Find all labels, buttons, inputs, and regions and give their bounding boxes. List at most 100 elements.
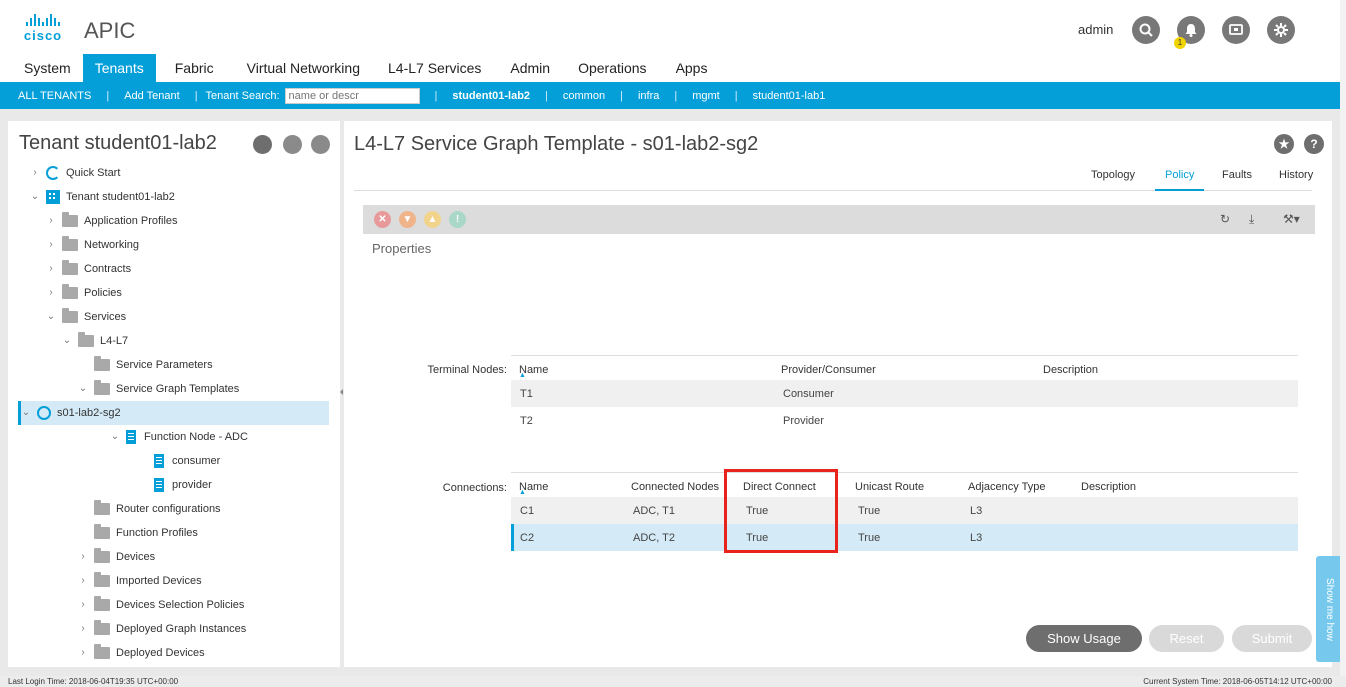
tree-node[interactable]: consumer <box>138 449 220 473</box>
download-icon[interactable]: ⤓ <box>1249 212 1254 227</box>
tree-node[interactable]: ⌄ L4-L7 <box>62 329 128 353</box>
search-icon[interactable] <box>1132 16 1160 44</box>
tab-faults[interactable]: Faults <box>1222 165 1252 191</box>
tree-node[interactable]: › Imported Devices <box>78 569 202 593</box>
tree-node[interactable]: ⌄ s01-lab2-sg2 <box>18 401 329 425</box>
show-usage-button[interactable]: Show Usage <box>1026 625 1142 652</box>
tenant-link-student01-lab2[interactable]: student01-lab2 <box>452 90 530 102</box>
tenant-search-input[interactable] <box>284 87 420 104</box>
cisco-logo[interactable]: cisco <box>18 12 68 43</box>
chevron-right-icon[interactable]: › <box>46 240 56 250</box>
chevron-right-icon[interactable]: › <box>30 168 40 178</box>
gear-icon[interactable] <box>1267 16 1295 44</box>
reset-button[interactable]: Reset <box>1149 625 1224 652</box>
tree-node[interactable]: ⌄ Tenant student01-lab2 <box>30 185 175 209</box>
collapse-icon[interactable] <box>283 135 302 154</box>
tab-topology[interactable]: Topology <box>1091 165 1135 191</box>
chevron-right-icon[interactable]: › <box>78 624 88 634</box>
table-header: ▲ Name Connected Nodes Direct Connect Uni… <box>511 473 1298 497</box>
folder-icon <box>94 644 110 659</box>
major-fault-icon[interactable]: ▼ <box>399 211 416 228</box>
tree-node[interactable]: › Contracts <box>46 257 131 281</box>
tools-icon[interactable]: ⚒▾ <box>1283 212 1300 226</box>
tree-node[interactable]: › Policies <box>46 281 122 305</box>
tree-node[interactable]: ⌄ Function Node - ADC <box>110 425 248 449</box>
chevron-right-icon[interactable]: › <box>78 600 88 610</box>
tree-node[interactable]: ⌄ Services <box>46 305 126 329</box>
tree-node[interactable]: › Devices Selection Policies <box>78 593 244 617</box>
chevron-right-icon[interactable]: › <box>46 216 56 226</box>
tree-node[interactable]: › Application Profiles <box>46 209 178 233</box>
chevron-right-icon[interactable]: › <box>46 264 56 274</box>
add-tenant-link[interactable]: Add Tenant <box>124 90 179 102</box>
flag-icon[interactable] <box>253 135 272 154</box>
table-row[interactable]: C2 ADC, T2 True True L3 <box>511 524 1298 551</box>
tab-system[interactable]: System <box>0 54 83 82</box>
tree-node[interactable]: › Quick Start <box>30 161 120 185</box>
tab-virtual-networking[interactable]: Virtual Networking <box>233 54 372 82</box>
user-menu[interactable]: admin <box>1078 22 1113 37</box>
chevron-down-icon[interactable]: ⌄ <box>62 336 72 346</box>
refresh-icon[interactable] <box>311 135 330 154</box>
tree-node[interactable]: › Networking <box>46 233 139 257</box>
show-me-how-tab[interactable]: Show me how <box>1316 556 1342 662</box>
tab-operations[interactable]: Operations <box>562 54 658 82</box>
minor-fault-icon[interactable]: ▲ <box>424 211 441 228</box>
table-row[interactable]: C1 ADC, T1 True True L3 <box>511 497 1298 524</box>
tab-fabric[interactable]: Fabric <box>156 54 233 82</box>
tree-node[interactable]: provider <box>138 473 212 497</box>
chevron-right-icon[interactable]: › <box>78 576 88 586</box>
tab-policy[interactable]: Policy <box>1155 165 1205 191</box>
column-header-provider-consumer[interactable]: Provider/Consumer <box>781 364 876 376</box>
tree-node[interactable]: › Deployed Graph Instances <box>78 617 246 641</box>
document-icon <box>154 478 164 492</box>
table-row[interactable]: T2 Provider <box>511 407 1298 434</box>
column-header-unicast-route[interactable]: Unicast Route <box>855 481 924 493</box>
tab-admin[interactable]: Admin <box>493 54 562 82</box>
tenant-link-student01-lab1[interactable]: student01-lab1 <box>753 90 826 102</box>
chevron-down-icon[interactable]: ⌄ <box>21 408 31 418</box>
tenant-link-mgmt[interactable]: mgmt <box>692 90 720 102</box>
tree-node[interactable]: Router configurations <box>78 497 221 521</box>
chevron-right-icon[interactable]: › <box>78 552 88 562</box>
help-icon[interactable]: ? <box>1304 134 1324 154</box>
table-row[interactable]: T1 Consumer <box>511 380 1298 407</box>
tree-node[interactable]: Service Parameters <box>78 353 213 377</box>
column-header-name[interactable]: ▲ Name <box>519 364 548 379</box>
tenant-link-infra[interactable]: infra <box>638 90 659 102</box>
column-header-description[interactable]: Description <box>1043 364 1098 376</box>
tab-l4-l7-services[interactable]: L4-L7 Services <box>372 54 493 82</box>
submit-button[interactable]: Submit <box>1232 625 1312 652</box>
star-icon[interactable]: ★ <box>1274 134 1294 154</box>
warning-fault-icon[interactable]: ! <box>449 211 466 228</box>
document-icon <box>154 454 164 468</box>
chevron-down-icon[interactable]: ⌄ <box>78 384 88 394</box>
tree-node[interactable]: › Devices <box>78 545 155 569</box>
main-nav: System Tenants Fabric Virtual Networking… <box>0 54 719 82</box>
tab-apps[interactable]: Apps <box>659 54 720 82</box>
column-header-adjacency-type[interactable]: Adjacency Type <box>968 481 1045 493</box>
chevron-right-icon[interactable]: › <box>46 288 56 298</box>
all-tenants-link[interactable]: ALL TENANTS <box>18 90 91 102</box>
column-header-name[interactable]: ▲ Name <box>519 481 548 496</box>
tree-node[interactable]: ⌄ Service Graph Templates <box>78 377 239 401</box>
tab-history[interactable]: History <box>1279 165 1313 191</box>
tree-node[interactable]: Function Profiles <box>78 521 198 545</box>
column-header-connected-nodes[interactable]: Connected Nodes <box>631 481 719 493</box>
table-header: ▲ Name Provider/Consumer Description <box>511 356 1298 380</box>
folder-icon <box>94 380 110 395</box>
critical-fault-icon[interactable]: ✕ <box>374 211 391 228</box>
column-header-description[interactable]: Description <box>1081 481 1136 493</box>
direct-connect-highlight <box>724 469 838 553</box>
tree-node[interactable]: › Deployed Devices <box>78 641 205 665</box>
chevron-down-icon[interactable]: ⌄ <box>30 192 40 202</box>
chevron-right-icon[interactable]: › <box>78 648 88 658</box>
chevron-down-icon[interactable]: ⌄ <box>46 312 56 322</box>
monitor-icon[interactable] <box>1222 16 1250 44</box>
refresh-icon[interactable]: ↻ <box>1220 212 1230 226</box>
tab-tenants[interactable]: Tenants <box>82 54 156 82</box>
chevron-down-icon[interactable]: ⌄ <box>110 432 120 442</box>
tree-node-label: Tenant student01-lab2 <box>66 191 175 203</box>
tenant-link-common[interactable]: common <box>563 90 605 102</box>
